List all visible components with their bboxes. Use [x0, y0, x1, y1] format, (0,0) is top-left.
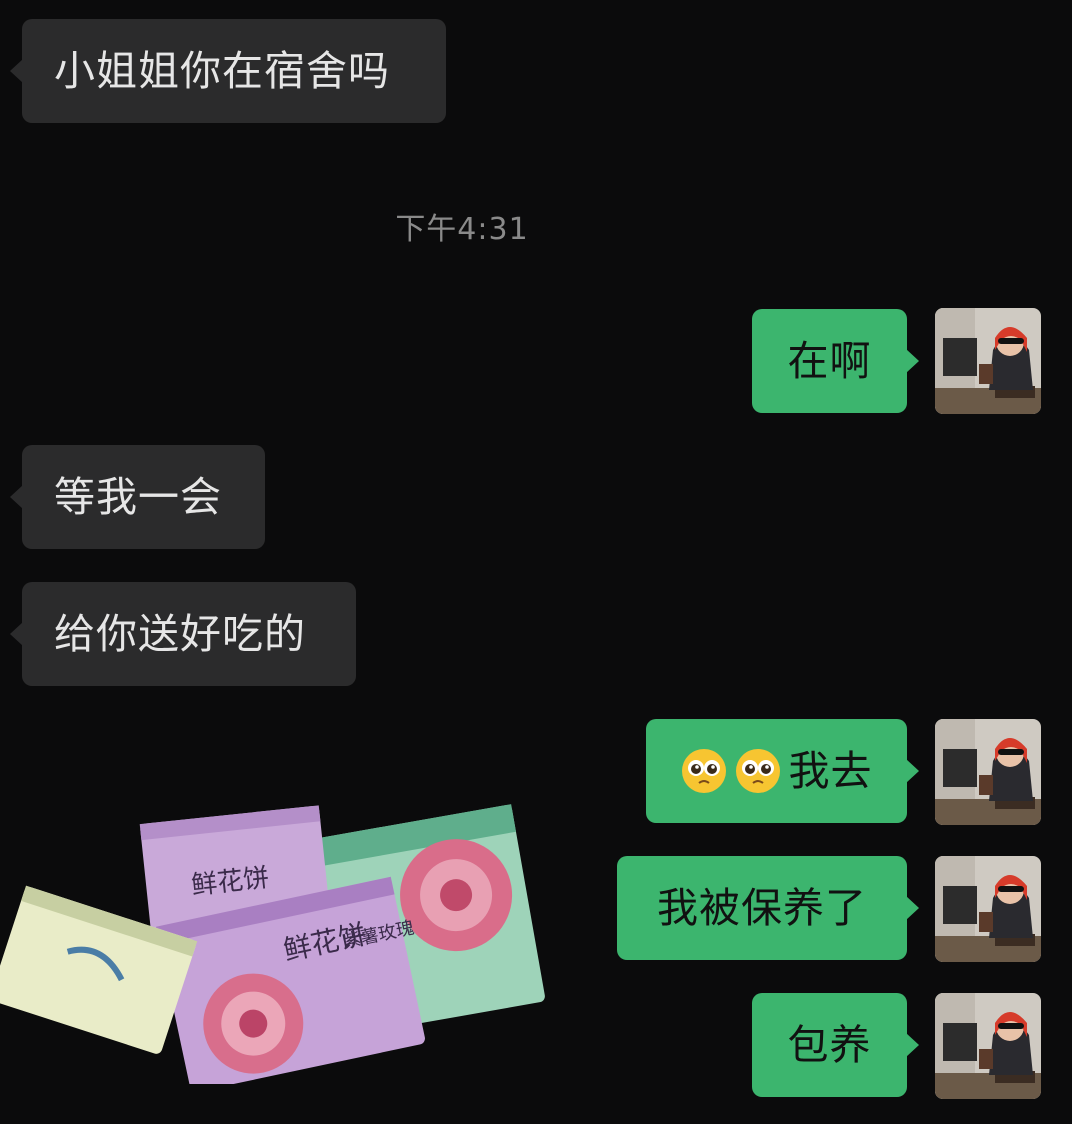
message-bubble-incoming[interactable]: 给你送好吃的	[10, 582, 356, 686]
sticker-photo[interactable]: 鲜花饼 鲜花饼 紫薯玫瑰	[0, 760, 548, 1092]
message-text: 给你送好吃的	[54, 609, 306, 658]
avatar[interactable]	[935, 719, 1041, 825]
chat-view: 小姐姐你在宿舍吗 下午4:31 在啊 等我一会 给你送好吃的 鲜花饼 鲜花饼 紫…	[0, 0, 1072, 1124]
pleading-face-icon	[681, 748, 727, 794]
message-text: 在啊	[787, 336, 872, 385]
message-text: 包养	[787, 1020, 872, 1069]
avatar[interactable]	[935, 308, 1041, 414]
message-bubble-incoming[interactable]: 小姐姐你在宿舍吗	[10, 19, 446, 123]
avatar[interactable]	[935, 856, 1041, 962]
message-text: 我被保养了	[657, 883, 867, 932]
pleading-face-icon	[735, 748, 781, 794]
avatar[interactable]	[935, 993, 1041, 1099]
message-text: 等我一会	[54, 472, 222, 521]
message-text: 我去	[788, 746, 873, 795]
message-bubble-outgoing[interactable]: 在啊	[752, 309, 919, 413]
message-bubble-outgoing[interactable]: 包养	[752, 993, 919, 1097]
message-text: 小姐姐你在宿舍吗	[54, 46, 390, 95]
message-bubble-outgoing[interactable]: 我去	[646, 719, 919, 823]
message-timestamp: 下午4:31	[395, 212, 529, 247]
message-bubble-incoming[interactable]: 等我一会	[10, 445, 265, 549]
message-bubble-outgoing[interactable]: 我被保养了	[617, 856, 919, 960]
